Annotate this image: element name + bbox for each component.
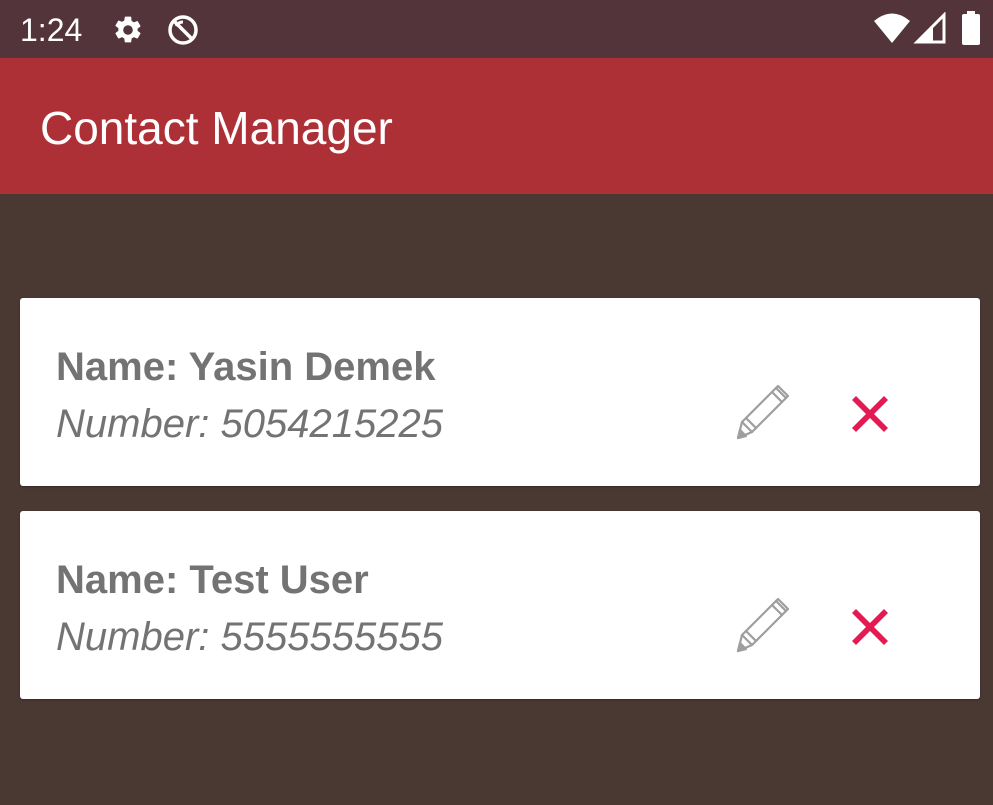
close-icon[interactable] (846, 390, 894, 438)
battery-icon (962, 11, 980, 45)
close-icon[interactable] (846, 603, 894, 651)
app-bar: Contact Manager (0, 58, 993, 194)
contact-card[interactable]: Name: Test User Number: 5555555555 (20, 511, 980, 699)
signal-icon (913, 12, 946, 44)
contact-number: Number: 5555555555 (56, 615, 443, 659)
pencil-icon[interactable] (728, 593, 794, 659)
status-bar: 1:24 (0, 0, 993, 58)
contact-name: Name: Yasin Demek (56, 345, 436, 389)
status-time: 1:24 (20, 12, 83, 48)
gear-icon (115, 16, 141, 43)
app-title: Contact Manager (40, 102, 393, 154)
contact-card[interactable]: Name: Yasin Demek Number: 5054215225 (20, 298, 980, 486)
contact-name: Name: Test User (56, 558, 369, 602)
pencil-icon[interactable] (728, 380, 794, 446)
contact-number: Number: 5054215225 (56, 402, 443, 446)
no-sync-icon (168, 15, 198, 45)
contact-list: Name: Yasin Demek Number: 5054215225 Nam… (0, 194, 993, 805)
wifi-icon (874, 13, 910, 43)
